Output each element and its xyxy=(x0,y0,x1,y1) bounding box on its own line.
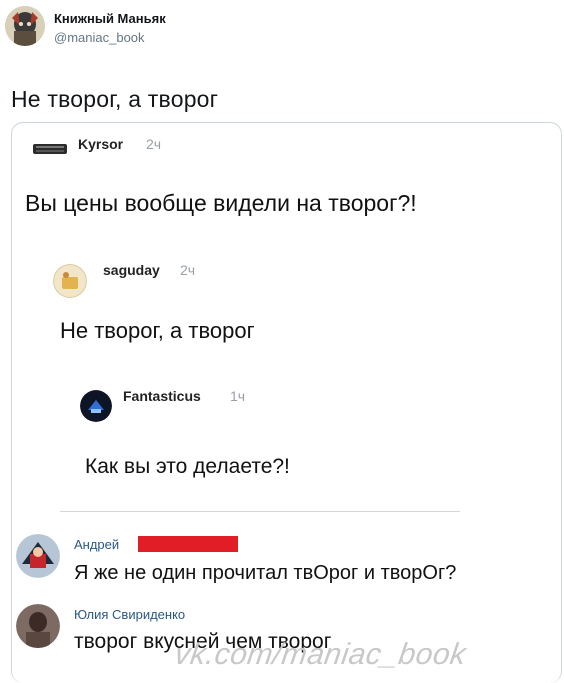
kyrsor-avatar xyxy=(33,138,67,158)
comment-author[interactable]: Юлия Свириденко xyxy=(74,607,185,622)
yulia-avatar[interactable] xyxy=(16,604,60,648)
author-name[interactable]: Книжный Маньяк xyxy=(54,11,166,26)
comment-author[interactable]: Андрей xyxy=(74,537,119,552)
comment-time: 2ч xyxy=(146,136,162,152)
comment-time: 1ч xyxy=(230,388,246,404)
comment-text: Вы цены вообще видели на творог?! xyxy=(25,190,417,216)
watermark: vk.com/maniac_book xyxy=(172,638,469,671)
redaction-bar xyxy=(138,536,238,552)
comment-time: 2ч xyxy=(180,262,196,278)
comment-text: Как вы это делаете?! xyxy=(85,455,290,478)
comment-text: Не творог, а творог xyxy=(60,318,255,343)
author-handle[interactable]: @maniac_book xyxy=(54,30,145,45)
comment-author[interactable]: saguday xyxy=(103,262,160,278)
andrey-avatar[interactable] xyxy=(16,534,60,578)
comment-author[interactable]: Fantasticus xyxy=(123,388,201,404)
tweet-text: Не творог, а творог xyxy=(11,86,219,112)
comment-author[interactable]: Kyrsor xyxy=(78,136,123,152)
saguday-avatar xyxy=(53,264,87,298)
author-avatar[interactable] xyxy=(5,6,45,46)
divider xyxy=(60,511,460,512)
fantasticus-avatar xyxy=(80,390,112,422)
comment-text: Я же не один прочитал твОрог и творОг? xyxy=(74,562,457,584)
